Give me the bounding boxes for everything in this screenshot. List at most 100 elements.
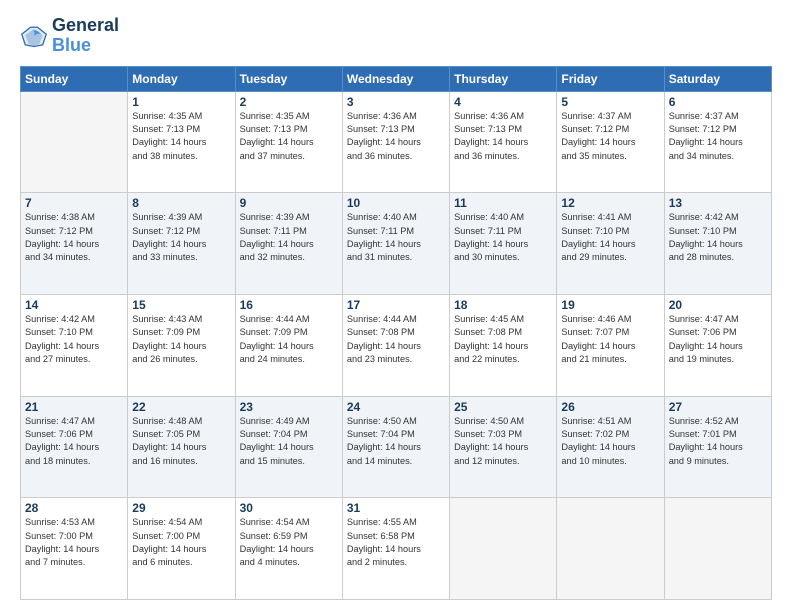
calendar-header-row: SundayMondayTuesdayWednesdayThursdayFrid…: [21, 66, 772, 91]
day-number: 17: [347, 298, 445, 312]
calendar-day-cell: [450, 498, 557, 600]
day-number: 23: [240, 400, 338, 414]
calendar-day-cell: 2Sunrise: 4:35 AMSunset: 7:13 PMDaylight…: [235, 91, 342, 193]
calendar-day-cell: 11Sunrise: 4:40 AMSunset: 7:11 PMDayligh…: [450, 193, 557, 295]
day-number: 13: [669, 196, 767, 210]
day-info: Sunrise: 4:43 AMSunset: 7:09 PMDaylight:…: [132, 313, 230, 366]
day-info: Sunrise: 4:39 AMSunset: 7:11 PMDaylight:…: [240, 211, 338, 264]
day-info: Sunrise: 4:35 AMSunset: 7:13 PMDaylight:…: [240, 110, 338, 163]
day-number: 19: [561, 298, 659, 312]
day-number: 20: [669, 298, 767, 312]
page: General Blue SundayMondayTuesdayWednesda…: [0, 0, 792, 612]
day-number: 21: [25, 400, 123, 414]
day-info: Sunrise: 4:40 AMSunset: 7:11 PMDaylight:…: [347, 211, 445, 264]
calendar-day-cell: 22Sunrise: 4:48 AMSunset: 7:05 PMDayligh…: [128, 396, 235, 498]
calendar-week-row: 28Sunrise: 4:53 AMSunset: 7:00 PMDayligh…: [21, 498, 772, 600]
calendar-day-cell: 19Sunrise: 4:46 AMSunset: 7:07 PMDayligh…: [557, 294, 664, 396]
day-info: Sunrise: 4:35 AMSunset: 7:13 PMDaylight:…: [132, 110, 230, 163]
day-number: 18: [454, 298, 552, 312]
day-info: Sunrise: 4:36 AMSunset: 7:13 PMDaylight:…: [347, 110, 445, 163]
calendar-day-cell: 5Sunrise: 4:37 AMSunset: 7:12 PMDaylight…: [557, 91, 664, 193]
day-info: Sunrise: 4:42 AMSunset: 7:10 PMDaylight:…: [669, 211, 767, 264]
day-number: 27: [669, 400, 767, 414]
day-number: 31: [347, 501, 445, 515]
day-info: Sunrise: 4:53 AMSunset: 7:00 PMDaylight:…: [25, 516, 123, 569]
weekday-header: Wednesday: [342, 66, 449, 91]
day-info: Sunrise: 4:46 AMSunset: 7:07 PMDaylight:…: [561, 313, 659, 366]
calendar-day-cell: 18Sunrise: 4:45 AMSunset: 7:08 PMDayligh…: [450, 294, 557, 396]
calendar-day-cell: 17Sunrise: 4:44 AMSunset: 7:08 PMDayligh…: [342, 294, 449, 396]
calendar-day-cell: 16Sunrise: 4:44 AMSunset: 7:09 PMDayligh…: [235, 294, 342, 396]
logo-text: General Blue: [52, 16, 119, 56]
day-info: Sunrise: 4:54 AMSunset: 6:59 PMDaylight:…: [240, 516, 338, 569]
day-number: 28: [25, 501, 123, 515]
calendar-week-row: 21Sunrise: 4:47 AMSunset: 7:06 PMDayligh…: [21, 396, 772, 498]
day-info: Sunrise: 4:42 AMSunset: 7:10 PMDaylight:…: [25, 313, 123, 366]
calendar-day-cell: [664, 498, 771, 600]
day-info: Sunrise: 4:40 AMSunset: 7:11 PMDaylight:…: [454, 211, 552, 264]
day-number: 22: [132, 400, 230, 414]
day-number: 3: [347, 95, 445, 109]
day-info: Sunrise: 4:50 AMSunset: 7:04 PMDaylight:…: [347, 415, 445, 468]
day-number: 1: [132, 95, 230, 109]
day-number: 8: [132, 196, 230, 210]
day-number: 26: [561, 400, 659, 414]
calendar-day-cell: 28Sunrise: 4:53 AMSunset: 7:00 PMDayligh…: [21, 498, 128, 600]
calendar-day-cell: 13Sunrise: 4:42 AMSunset: 7:10 PMDayligh…: [664, 193, 771, 295]
day-number: 5: [561, 95, 659, 109]
calendar-day-cell: [557, 498, 664, 600]
calendar-week-row: 14Sunrise: 4:42 AMSunset: 7:10 PMDayligh…: [21, 294, 772, 396]
logo-icon: [20, 22, 48, 50]
calendar-table: SundayMondayTuesdayWednesdayThursdayFrid…: [20, 66, 772, 600]
calendar-day-cell: 29Sunrise: 4:54 AMSunset: 7:00 PMDayligh…: [128, 498, 235, 600]
day-number: 10: [347, 196, 445, 210]
calendar-week-row: 7Sunrise: 4:38 AMSunset: 7:12 PMDaylight…: [21, 193, 772, 295]
calendar-day-cell: 21Sunrise: 4:47 AMSunset: 7:06 PMDayligh…: [21, 396, 128, 498]
calendar-day-cell: 20Sunrise: 4:47 AMSunset: 7:06 PMDayligh…: [664, 294, 771, 396]
day-info: Sunrise: 4:52 AMSunset: 7:01 PMDaylight:…: [669, 415, 767, 468]
day-info: Sunrise: 4:54 AMSunset: 7:00 PMDaylight:…: [132, 516, 230, 569]
day-number: 2: [240, 95, 338, 109]
day-number: 6: [669, 95, 767, 109]
calendar-day-cell: [21, 91, 128, 193]
day-number: 9: [240, 196, 338, 210]
day-info: Sunrise: 4:41 AMSunset: 7:10 PMDaylight:…: [561, 211, 659, 264]
calendar-day-cell: 31Sunrise: 4:55 AMSunset: 6:58 PMDayligh…: [342, 498, 449, 600]
day-info: Sunrise: 4:49 AMSunset: 7:04 PMDaylight:…: [240, 415, 338, 468]
calendar-day-cell: 8Sunrise: 4:39 AMSunset: 7:12 PMDaylight…: [128, 193, 235, 295]
calendar-day-cell: 15Sunrise: 4:43 AMSunset: 7:09 PMDayligh…: [128, 294, 235, 396]
calendar-day-cell: 30Sunrise: 4:54 AMSunset: 6:59 PMDayligh…: [235, 498, 342, 600]
calendar-day-cell: 26Sunrise: 4:51 AMSunset: 7:02 PMDayligh…: [557, 396, 664, 498]
day-info: Sunrise: 4:47 AMSunset: 7:06 PMDaylight:…: [669, 313, 767, 366]
header: General Blue: [20, 16, 772, 56]
day-number: 11: [454, 196, 552, 210]
day-number: 25: [454, 400, 552, 414]
calendar-day-cell: 23Sunrise: 4:49 AMSunset: 7:04 PMDayligh…: [235, 396, 342, 498]
calendar-day-cell: 14Sunrise: 4:42 AMSunset: 7:10 PMDayligh…: [21, 294, 128, 396]
weekday-header: Thursday: [450, 66, 557, 91]
day-info: Sunrise: 4:39 AMSunset: 7:12 PMDaylight:…: [132, 211, 230, 264]
weekday-header: Friday: [557, 66, 664, 91]
day-info: Sunrise: 4:55 AMSunset: 6:58 PMDaylight:…: [347, 516, 445, 569]
weekday-header: Sunday: [21, 66, 128, 91]
day-info: Sunrise: 4:50 AMSunset: 7:03 PMDaylight:…: [454, 415, 552, 468]
day-info: Sunrise: 4:47 AMSunset: 7:06 PMDaylight:…: [25, 415, 123, 468]
day-number: 15: [132, 298, 230, 312]
day-number: 16: [240, 298, 338, 312]
day-number: 12: [561, 196, 659, 210]
calendar-day-cell: 27Sunrise: 4:52 AMSunset: 7:01 PMDayligh…: [664, 396, 771, 498]
calendar-day-cell: 9Sunrise: 4:39 AMSunset: 7:11 PMDaylight…: [235, 193, 342, 295]
day-info: Sunrise: 4:44 AMSunset: 7:09 PMDaylight:…: [240, 313, 338, 366]
day-info: Sunrise: 4:44 AMSunset: 7:08 PMDaylight:…: [347, 313, 445, 366]
calendar-day-cell: 6Sunrise: 4:37 AMSunset: 7:12 PMDaylight…: [664, 91, 771, 193]
calendar-day-cell: 12Sunrise: 4:41 AMSunset: 7:10 PMDayligh…: [557, 193, 664, 295]
day-info: Sunrise: 4:45 AMSunset: 7:08 PMDaylight:…: [454, 313, 552, 366]
calendar-day-cell: 10Sunrise: 4:40 AMSunset: 7:11 PMDayligh…: [342, 193, 449, 295]
calendar-day-cell: 1Sunrise: 4:35 AMSunset: 7:13 PMDaylight…: [128, 91, 235, 193]
logo: General Blue: [20, 16, 119, 56]
calendar-day-cell: 4Sunrise: 4:36 AMSunset: 7:13 PMDaylight…: [450, 91, 557, 193]
weekday-header: Saturday: [664, 66, 771, 91]
calendar-day-cell: 3Sunrise: 4:36 AMSunset: 7:13 PMDaylight…: [342, 91, 449, 193]
day-info: Sunrise: 4:37 AMSunset: 7:12 PMDaylight:…: [669, 110, 767, 163]
day-info: Sunrise: 4:36 AMSunset: 7:13 PMDaylight:…: [454, 110, 552, 163]
